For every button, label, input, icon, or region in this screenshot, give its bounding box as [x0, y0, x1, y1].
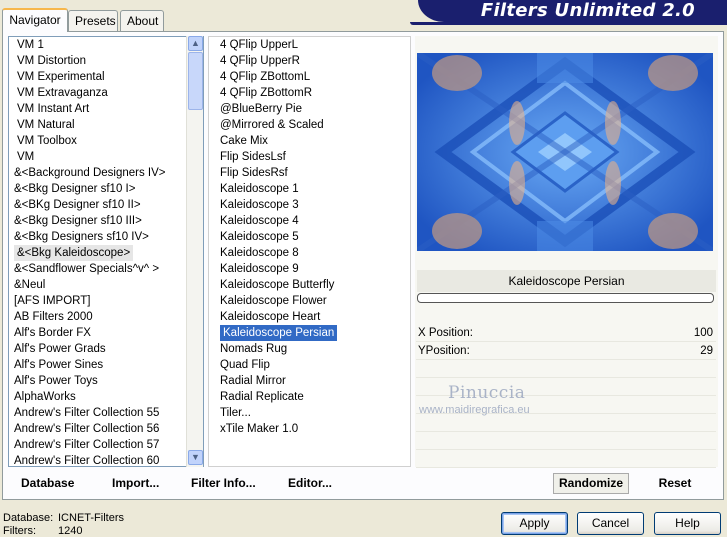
category-item[interactable]: Andrew's Filter Collection 60: [14, 453, 159, 466]
category-item[interactable]: &<Bkg Designer sf10 I>: [14, 181, 135, 197]
filter-item[interactable]: Cake Mix: [220, 133, 268, 149]
filter-item[interactable]: Radial Replicate: [220, 389, 304, 405]
category-item[interactable]: &<Bkg Kaleidoscope>: [14, 245, 134, 261]
help-button[interactable]: Help: [654, 512, 721, 535]
category-item[interactable]: AlphaWorks: [14, 389, 76, 405]
filter-item[interactable]: Kaleidoscope Butterfly: [220, 277, 334, 293]
param-row-empty: [416, 415, 716, 432]
filter-item[interactable]: Flip SidesLsf: [220, 149, 286, 165]
filter-item[interactable]: Kaleidoscope Flower: [220, 293, 327, 309]
filter-item[interactable]: Kaleidoscope Heart: [220, 309, 320, 325]
randomize-button[interactable]: Randomize: [553, 473, 629, 494]
title-banner-underline: [410, 22, 727, 25]
category-item[interactable]: &<Bkg Designer sf10 III>: [14, 213, 142, 229]
watermark-url: www.maidiregrafica.eu: [419, 404, 530, 416]
param-value[interactable]: 100: [694, 325, 713, 341]
scroll-down-button[interactable]: ▼: [188, 450, 203, 465]
filter-item[interactable]: 4 QFlip ZBottomL: [220, 69, 310, 85]
banner-title: Filters Unlimited 2.0: [480, 0, 695, 21]
param-label: YPosition:: [418, 345, 470, 357]
param-row-empty: [416, 433, 716, 450]
filter-item[interactable]: Nomads Rug: [220, 341, 287, 357]
filter-preview-image: [417, 53, 713, 251]
filter-item[interactable]: Kaleidoscope 3: [220, 197, 299, 213]
scroll-thumb[interactable]: [188, 52, 203, 110]
editor-button[interactable]: Editor...: [288, 476, 332, 490]
watermark-name: Pinuccia: [448, 383, 526, 403]
filter-item[interactable]: Tiler...: [220, 405, 251, 421]
category-item[interactable]: &<Sandflower Specials^v^ >: [14, 261, 159, 277]
category-item[interactable]: Alf's Power Sines: [14, 357, 103, 373]
tab-presets[interactable]: Presets: [68, 10, 118, 31]
scroll-up-button[interactable]: ▲: [188, 36, 203, 51]
database-label: Database:: [3, 512, 54, 524]
database-value: ICNET-Filters: [58, 512, 124, 524]
category-item[interactable]: VM 1: [17, 37, 44, 53]
category-item[interactable]: Andrew's Filter Collection 56: [14, 421, 159, 437]
category-scrollbar[interactable]: ▲ ▼: [186, 36, 203, 467]
category-item[interactable]: Alf's Power Grads: [14, 341, 106, 357]
filter-item[interactable]: 4 QFlip ZBottomR: [220, 85, 312, 101]
filter-item[interactable]: xTile Maker 1.0: [220, 421, 298, 437]
category-item[interactable]: AB Filters 2000: [14, 309, 93, 325]
param-row-empty: [416, 361, 716, 378]
category-item[interactable]: VM Natural: [17, 117, 75, 133]
category-item[interactable]: Alf's Border FX: [14, 325, 91, 341]
param-row-empty: [416, 451, 716, 468]
apply-button[interactable]: Apply: [501, 512, 568, 535]
category-item[interactable]: VM: [17, 149, 34, 165]
category-item[interactable]: &<Background Designers IV>: [14, 165, 166, 181]
category-item[interactable]: VM Extravaganza: [17, 85, 108, 101]
reset-button[interactable]: Reset: [640, 473, 710, 494]
param-label: X Position:: [418, 327, 473, 339]
filter-item[interactable]: Radial Mirror: [220, 373, 286, 389]
filters-count-label: Filters:: [3, 525, 36, 537]
filter-item[interactable]: 4 QFlip UpperL: [220, 37, 298, 53]
category-item[interactable]: &<BKg Designer sf10 II>: [14, 197, 141, 213]
category-item[interactable]: Andrew's Filter Collection 55: [14, 405, 159, 421]
filter-item[interactable]: Kaleidoscope Persian: [220, 325, 338, 341]
selected-filter-name: Kaleidoscope Persian: [417, 270, 716, 292]
kaleidoscope-preview: [417, 53, 713, 251]
param-row-y-position[interactable]: YPosition: 29: [416, 343, 716, 360]
filter-info-button[interactable]: Filter Info...: [191, 476, 256, 490]
filter-item[interactable]: Kaleidoscope 4: [220, 213, 299, 229]
filter-item[interactable]: Flip SidesRsf: [220, 165, 288, 181]
category-item[interactable]: VM Toolbox: [17, 133, 77, 149]
category-item[interactable]: VM Distortion: [17, 53, 86, 69]
category-item[interactable]: VM Experimental: [17, 69, 105, 85]
tab-about[interactable]: About: [120, 10, 164, 31]
filter-item[interactable]: Kaleidoscope 9: [220, 261, 299, 277]
param-row-x-position[interactable]: X Position: 100: [416, 325, 716, 342]
filter-item[interactable]: @BlueBerry Pie: [220, 101, 302, 117]
tab-navigator[interactable]: Navigator: [2, 8, 68, 32]
filter-list[interactable]: 4 QFlip UpperL 4 QFlip UpperR 4 QFlip ZBot…: [208, 36, 411, 467]
filter-item[interactable]: Kaleidoscope 8: [220, 245, 299, 261]
param-value[interactable]: 29: [700, 343, 713, 359]
filter-item[interactable]: Kaleidoscope 5: [220, 229, 299, 245]
filter-item[interactable]: Quad Flip: [220, 357, 270, 373]
cancel-button[interactable]: Cancel: [577, 512, 644, 535]
filter-item[interactable]: @Mirrored & Scaled: [220, 117, 324, 133]
category-item[interactable]: [AFS IMPORT]: [14, 293, 90, 309]
category-item[interactable]: &Neul: [14, 277, 45, 293]
category-item[interactable]: Andrew's Filter Collection 57: [14, 437, 159, 453]
category-item[interactable]: VM Instant Art: [17, 101, 89, 117]
import-button[interactable]: Import...: [112, 476, 159, 490]
filter-item[interactable]: 4 QFlip UpperR: [220, 53, 300, 69]
progress-bar: [417, 293, 714, 303]
filter-item[interactable]: Kaleidoscope 1: [220, 181, 299, 197]
category-item[interactable]: Alf's Power Toys: [14, 373, 98, 389]
category-item[interactable]: &<Bkg Designers sf10 IV>: [14, 229, 149, 245]
category-list[interactable]: VM 1 VM Distortion VM Experimental VM Extra…: [8, 36, 204, 467]
database-button[interactable]: Database: [21, 476, 74, 490]
filters-count-value: 1240: [58, 525, 83, 537]
